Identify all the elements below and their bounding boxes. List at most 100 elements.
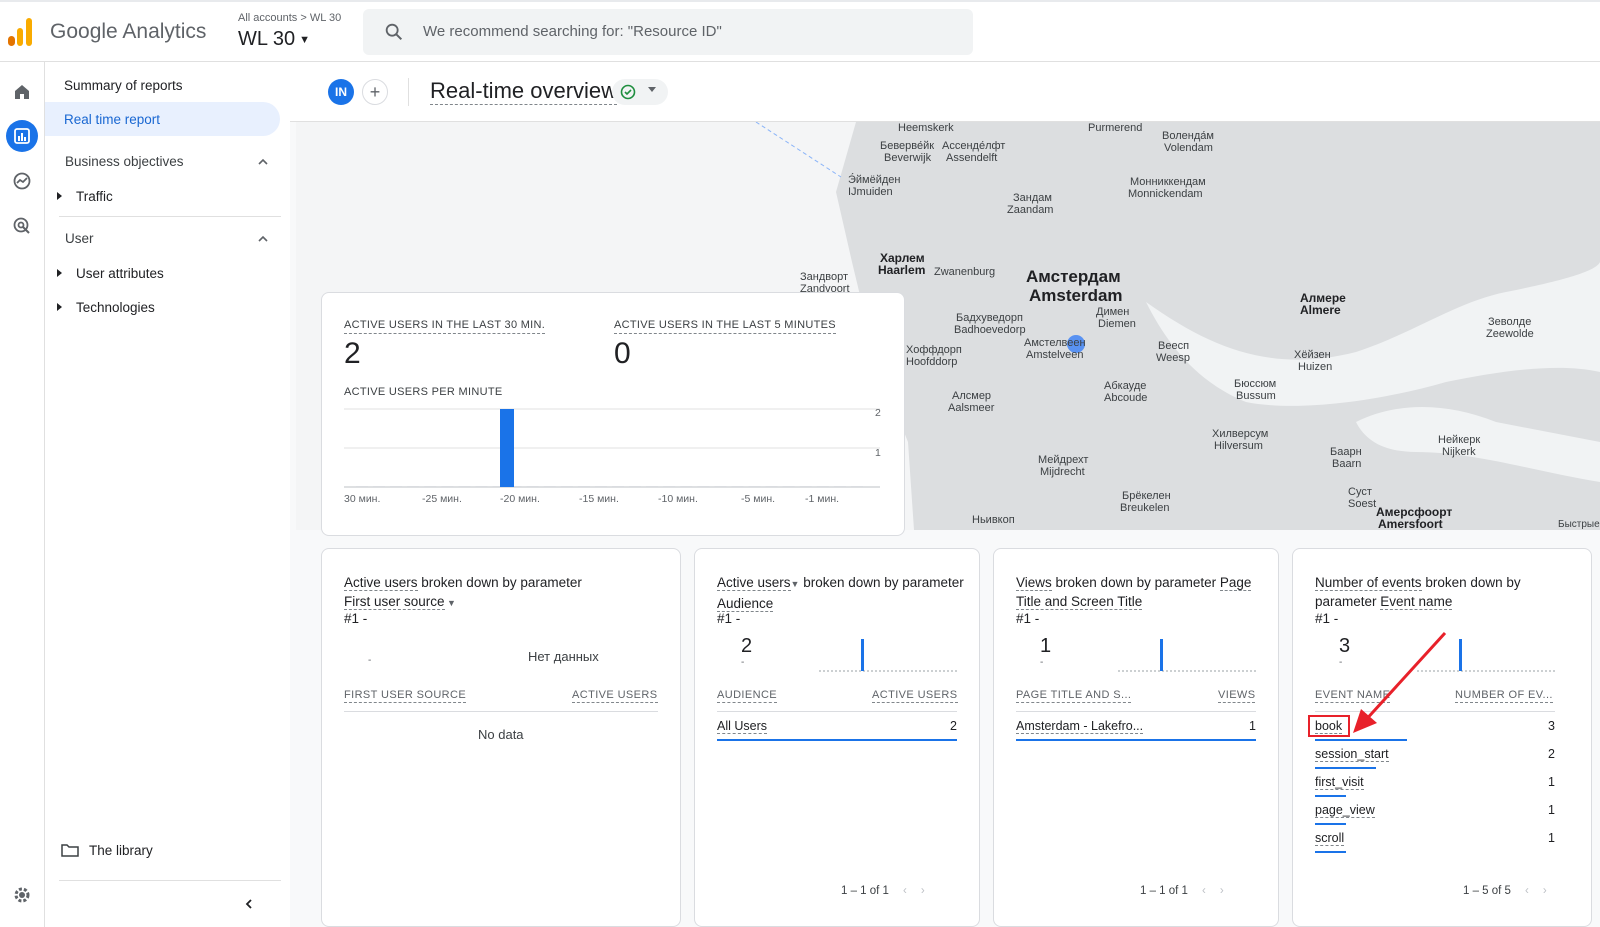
minute-bar-empty [748,486,761,487]
x-tick-label: -10 мин. [658,493,698,505]
kpi-30min-label[interactable]: ACTIVE USERS IN THE LAST 30 MIN. [344,319,546,334]
analytics-logo-icon[interactable] [8,16,34,46]
column-header[interactable]: PAGE TITLE AND S... [1016,689,1132,703]
card-title-rest: broken down by parameter [799,575,964,590]
per-minute-label: ACTIVE USERS PER MINUTE [344,386,503,398]
annotation-arrow-icon [1353,631,1447,733]
map-label: Суст [1348,486,1372,498]
nav-user-attributes[interactable]: User attributes [57,256,164,290]
map-label: Abcoude [1104,392,1148,404]
advertising-icon[interactable] [6,210,38,242]
breadcrumb-accounts[interactable]: All accounts [238,12,297,24]
no-data-message: No data [478,727,524,742]
map-label: Mijdrecht [1040,466,1085,478]
search-placeholder: We recommend searching for: "Resource ID… [423,23,722,40]
property-selector[interactable]: WL 30 ▼ [238,28,310,51]
nav-summary-of-reports[interactable]: Summary of reports [64,68,183,102]
add-comparison-button[interactable]: + [362,79,388,105]
x-tick-label: -20 мин. [500,493,540,505]
reports-icon[interactable] [6,120,38,152]
map-label: Зандам [1013,192,1052,204]
prev-page-icon[interactable]: ‹ [1525,885,1529,897]
dimension-name[interactable]: Audience [717,596,774,612]
comparison-chip-avatar[interactable]: IN [328,79,354,105]
dimension-name[interactable]: Event name [1380,594,1453,610]
table-divider [344,711,658,712]
minute-bar-empty [612,486,624,487]
explore-icon[interactable] [6,165,38,197]
map-label: Монниккендам [1130,176,1206,188]
status-dropdown[interactable] [612,79,668,105]
y-tick-label: 1 [875,447,881,459]
annotation-highlight-box [1308,715,1350,737]
top-bar: Google Analytics All accounts > WL 30 WL… [0,0,1600,62]
pagination-label: 1 – 1 of 1 [1140,885,1188,897]
prev-page-icon[interactable]: ‹ [903,885,907,897]
nav-traffic[interactable]: Traffic [57,179,113,213]
next-page-icon[interactable]: › [921,885,925,897]
events-card: Number of events broken down by paramete… [1292,548,1592,927]
metric-selector[interactable]: Views [1016,575,1052,591]
card-title: Number of events broken down by paramete… [1315,573,1565,611]
card-title: Views broken down by parameter Page Titl… [1016,573,1266,611]
nav-library[interactable]: The library [61,833,153,867]
collapse-chevron-icon[interactable] [243,898,255,910]
column-header[interactable]: VIEWS [1218,689,1256,703]
per-minute-chart[interactable] [344,405,884,489]
map-label-city: Amsterdam [1029,286,1123,305]
map-label: Nijkerk [1442,446,1476,458]
table-row[interactable]: first_visit 1 [1315,769,1555,797]
map-label: Ассенде́лфт [942,140,1006,152]
section-business-objectives[interactable]: Business objectives [65,154,184,169]
section-user[interactable]: User [65,231,94,246]
minute-bar-empty [390,486,403,487]
column-header[interactable]: ACTIVE USERS [872,689,958,703]
table-row[interactable]: All Users 2 [717,713,957,741]
row-key: first_visit [1315,775,1364,790]
minute-bar-empty [543,486,556,487]
minute-bar-empty [424,486,437,487]
map-attribution[interactable]: Быстрые [1558,519,1600,530]
breadcrumb[interactable]: All accounts > WL 30 [238,12,341,24]
next-page-icon[interactable]: › [1543,885,1547,897]
sparkline-chart [1118,639,1258,672]
metric-selector[interactable]: Number of events [1315,575,1422,591]
table-row[interactable]: scroll 1 [1315,825,1555,853]
minute-bar-peak[interactable] [500,409,514,487]
search-bar[interactable]: We recommend searching for: "Resource ID… [363,9,973,55]
chevron-up-icon[interactable] [255,231,271,247]
map-label-city: Амстердам [1026,267,1121,286]
column-header[interactable]: NUMBER OF EV... [1455,689,1553,703]
minute-bar-empty [560,486,573,487]
x-tick-label: -25 мин. [422,493,462,505]
property-name: WL 30 [238,28,296,50]
metric-selector[interactable]: Active users [717,575,791,591]
map-label: Бадхуведорп [956,312,1023,324]
map-label: Веесп [1158,340,1190,352]
next-page-icon[interactable]: › [1220,885,1224,897]
breadcrumb-property[interactable]: WL 30 [310,12,341,24]
column-header[interactable]: ACTIVE USERS [572,689,658,703]
nav-technologies[interactable]: Technologies [57,290,155,324]
chevron-up-icon[interactable] [255,154,271,170]
home-icon[interactable] [6,76,38,108]
table-row[interactable]: session_start 2 [1315,741,1555,769]
row-value: 1 [1249,719,1256,733]
map-label: Амстелвеен [1024,337,1086,349]
map-label: Zeewolde [1486,328,1534,340]
column-header[interactable]: FIRST USER SOURCE [344,689,467,703]
minute-bar-empty [850,486,863,487]
column-header[interactable]: AUDIENCE [717,689,778,703]
audience-card: Active users▼ broken down by parameter A… [694,548,980,927]
kpi-5min-label[interactable]: ACTIVE USERS IN THE LAST 5 MINUTES [614,319,836,334]
prev-page-icon[interactable]: ‹ [1202,885,1206,897]
nav-real-time-report[interactable]: Real time report [45,102,280,136]
table-row[interactable]: Amsterdam - Lakefro... 1 [1016,713,1256,741]
map-label: Badhoevedorp [954,324,1026,336]
folder-icon [61,844,79,857]
table-row[interactable]: page_view 1 [1315,797,1555,825]
metric-selector[interactable]: Active users [344,575,418,591]
map-label: Алсмер [952,390,992,402]
dimension-selector[interactable]: First user source ▼ [344,592,664,613]
settings-gear-icon[interactable] [6,879,38,911]
